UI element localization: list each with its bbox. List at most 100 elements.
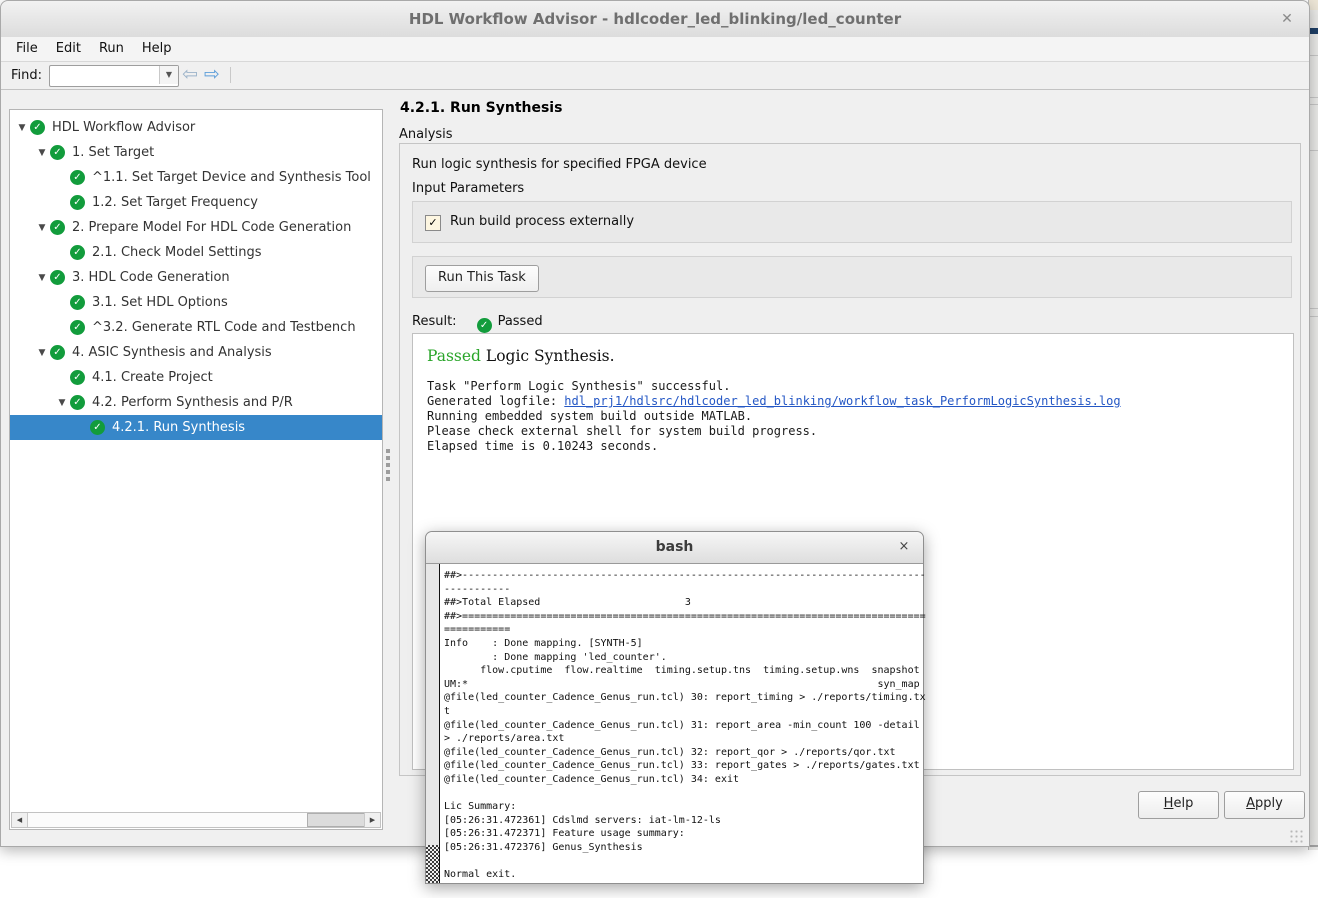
check-icon: ✓	[70, 320, 85, 335]
tree-item-label: HDL Workflow Advisor	[52, 120, 195, 135]
run-this-task-button[interactable]: Run This Task	[425, 265, 539, 292]
report-line: Running embedded system build outside MA…	[427, 409, 1293, 424]
tree-item-4-asic-synthesis-and-analysis[interactable]: ▼✓4. ASIC Synthesis and Analysis	[10, 340, 382, 365]
check-icon: ✓	[90, 420, 105, 435]
tree-item-4-1-create-project[interactable]: ✓4.1. Create Project	[10, 365, 382, 390]
report-line-prefix: Generated logfile:	[427, 394, 564, 408]
terminal-scrollbar-trough[interactable]	[426, 845, 439, 883]
tree-item-1-2-set-target-frequency[interactable]: ✓1.2. Set Target Frequency	[10, 190, 382, 215]
divider	[1309, 97, 1318, 98]
check-icon: ✓	[30, 120, 45, 135]
workflow-tree-panel: ▼✓HDL Workflow Advisor▼✓1. Set Target✓^1…	[9, 109, 383, 830]
tree-item-label: ^3.2. Generate RTL Code and Testbench	[92, 320, 356, 335]
chevron-down-icon[interactable]: ▼	[34, 273, 50, 283]
find-previous-icon[interactable]: ⇦	[182, 63, 198, 85]
find-dropdown-button[interactable]: ▼	[159, 66, 178, 84]
panel-splitter[interactable]	[382, 109, 396, 828]
input-parameters-box: ✓ Run build process externally	[412, 201, 1292, 243]
check-icon: ✓	[70, 170, 85, 185]
tree-item-hdl-workflow-advisor[interactable]: ▼✓ HDL Workflow Advisor	[10, 115, 382, 140]
tree-item-4-2-perform-synthesis-and-p-r[interactable]: ▼✓4.2. Perform Synthesis and P/R	[10, 390, 382, 415]
apply-button[interactable]: Apply	[1224, 791, 1305, 819]
run-externally-checkbox[interactable]: ✓	[425, 215, 441, 231]
terminal-title: bash	[426, 539, 923, 555]
divider	[1309, 845, 1318, 847]
tree-item-1-set-target[interactable]: ▼✓1. Set Target	[10, 140, 382, 165]
tree-item-1-1-set-target-device-and-synthesis-tool[interactable]: ✓ ^1.1. Set Target Device and Synthesis T…	[10, 165, 382, 190]
terminal-scrollbar[interactable]	[426, 564, 440, 883]
splitter-dot	[386, 449, 390, 453]
tree-item-3-2-generate-rtl-code-and-testbench[interactable]: ✓ ^3.2. Generate RTL Code and Testbench	[10, 315, 382, 340]
bash-terminal-window: bash × ##>------------------------------…	[425, 531, 924, 884]
menu-help[interactable]: Help	[133, 37, 181, 56]
tree-item-label: 4.2.1. Run Synthesis	[112, 420, 245, 435]
tree-item-3-hdl-code-generation[interactable]: ▼✓3. HDL Code Generation	[10, 265, 382, 290]
close-icon[interactable]: ✕	[1277, 9, 1297, 29]
report-line: Task "Perform Logic Synthesis" successfu…	[427, 379, 1293, 394]
help-button[interactable]: Help	[1138, 791, 1219, 819]
scroll-left-icon[interactable]: ◀	[12, 813, 28, 827]
chevron-down-icon[interactable]: ▼	[34, 223, 50, 233]
report-line: Generated logfile: hdl_prj1/hdlsrc/hdlco…	[427, 394, 1293, 409]
input-parameters-label: Input Parameters	[412, 181, 524, 196]
divider	[1309, 308, 1318, 309]
find-combobox[interactable]: ▼	[49, 65, 179, 87]
tree-item-2-1-check-model-settings[interactable]: ✓2.1. Check Model Settings	[10, 240, 382, 265]
background-window-titlebar-fragment	[1309, 0, 1318, 10]
workflow-tree: ▼✓HDL Workflow Advisor▼✓1. Set Target✓^1…	[10, 115, 382, 440]
report-line: Please check external shell for system b…	[427, 424, 1293, 439]
chevron-down-icon[interactable]: ▼	[54, 398, 70, 408]
tree-item-2-prepare-model-for-hdl-code-generation[interactable]: ▼✓ 2. Prepare Model For HDL Code Generati…	[10, 215, 382, 240]
tree-item-label: 4.1. Create Project	[92, 370, 213, 385]
splitter-dot	[386, 463, 390, 467]
terminal-title-bar[interactable]: bash ×	[426, 532, 923, 564]
analysis-section-label: Analysis	[399, 127, 453, 142]
find-toolbar: Find: ▼ ⇦ ⇨	[1, 62, 1309, 90]
check-icon: ✓	[50, 220, 65, 235]
divider	[1309, 55, 1318, 56]
task-heading: 4.2.1. Run Synthesis	[400, 100, 562, 116]
scrollbar-thumb[interactable]	[307, 813, 369, 827]
chevron-down-icon[interactable]: ▼	[14, 123, 30, 133]
menu-run[interactable]: Run	[90, 37, 133, 56]
tree-item-label: 4. ASIC Synthesis and Analysis	[72, 345, 272, 360]
report-heading: Passed Logic Synthesis.	[427, 347, 1293, 365]
window-resize-grip[interactable]	[1289, 829, 1304, 843]
result-label: Result:	[412, 314, 457, 329]
find-label: Find:	[11, 68, 42, 83]
check-icon: ✓	[50, 270, 65, 285]
tree-horizontal-scrollbar[interactable]: ◀ ▶	[11, 812, 381, 828]
tree-item-label: ^1.1. Set Target Device and Synthesis To…	[92, 170, 371, 185]
check-icon: ✓	[70, 195, 85, 210]
divider	[1309, 104, 1318, 105]
passed-check-icon: ✓	[477, 318, 492, 333]
background-window-accent-bar	[1309, 28, 1318, 34]
menu-bar: FileEditRunHelp	[1, 37, 1309, 62]
tree-item-4-2-1-run-synthesis[interactable]: ✓ 4.2.1. Run Synthesis	[10, 415, 382, 440]
logfile-link[interactable]: hdl_prj1/hdlsrc/hdlcoder_led_blinking/wo…	[564, 394, 1120, 408]
run-task-box: Run This Task	[412, 256, 1292, 298]
result-status: Passed	[498, 314, 543, 329]
report-status-text: Logic Synthesis.	[481, 347, 615, 365]
chevron-down-icon[interactable]: ▼	[34, 348, 50, 358]
divider	[1309, 150, 1318, 151]
find-input[interactable]	[50, 66, 164, 84]
run-externally-label[interactable]: Run build process externally	[450, 214, 634, 229]
tree-item-label: 2. Prepare Model For HDL Code Generation	[72, 220, 351, 235]
menu-edit[interactable]: Edit	[47, 37, 90, 56]
terminal-output: ##>-------------------------------------…	[444, 569, 921, 883]
report-line: Elapsed time is 0.10243 seconds.	[427, 439, 1293, 454]
check-icon: ✓	[70, 395, 85, 410]
tree-item-label: 2.1. Check Model Settings	[92, 245, 262, 260]
splitter-dot	[386, 477, 390, 481]
chevron-down-icon[interactable]: ▼	[34, 148, 50, 158]
scroll-right-icon[interactable]: ▶	[364, 813, 380, 827]
check-icon: ✓	[50, 145, 65, 160]
find-next-icon[interactable]: ⇨	[204, 63, 220, 85]
tree-item-3-1-set-hdl-options[interactable]: ✓3.1. Set HDL Options	[10, 290, 382, 315]
window-title-bar[interactable]: HDL Workflow Advisor - hdlcoder_led_blin…	[1, 1, 1309, 38]
tree-item-label: 3.1. Set HDL Options	[92, 295, 228, 310]
task-description: Run logic synthesis for specified FPGA d…	[412, 157, 707, 172]
close-icon[interactable]: ×	[895, 538, 913, 556]
menu-file[interactable]: File	[7, 37, 47, 56]
